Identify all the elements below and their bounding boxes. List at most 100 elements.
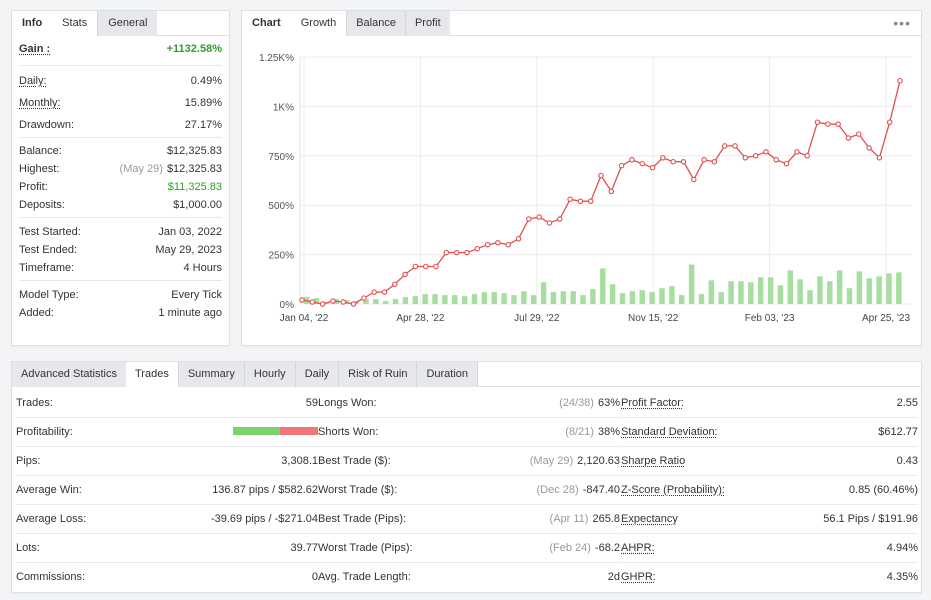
growth-point	[711, 158, 718, 165]
stat-label: Worst Trade ($):	[318, 483, 398, 496]
divider	[19, 137, 222, 138]
growth-point	[340, 299, 346, 305]
bar	[550, 292, 557, 304]
tab-growth[interactable]: Growth	[290, 11, 347, 36]
tab-risk-of-ruin[interactable]: Risk of Ruin	[338, 362, 417, 387]
tab-daily[interactable]: Daily	[294, 362, 339, 387]
bar	[669, 286, 675, 304]
info-tabs: Info Stats General	[12, 11, 229, 36]
stat-label[interactable]: Standard Deviation:	[621, 426, 718, 438]
stat-number: 2d	[607, 570, 620, 583]
y-tick-label: 250%	[268, 251, 294, 262]
chart-menu-icon[interactable]: •••	[893, 15, 911, 31]
stat-label: Lots:	[16, 541, 40, 554]
added-value: 1 minute ago	[158, 307, 222, 319]
tab-stats[interactable]: Stats	[52, 11, 98, 36]
stat-label[interactable]: GHPR:	[621, 571, 656, 583]
bar	[846, 288, 853, 304]
highest-date: (May 29)	[119, 163, 163, 175]
tab-duration[interactable]: Duration	[416, 362, 479, 387]
stat-row: Z-Score (Probability): 0.85 (60.46%)	[621, 475, 918, 504]
bar	[521, 291, 527, 304]
growth-point	[381, 289, 388, 295]
monthly-label[interactable]: Monthly:	[19, 97, 61, 109]
monthly-value: 15.89%	[184, 97, 222, 109]
tab-profit[interactable]: Profit	[404, 11, 450, 36]
stat-value: 2d	[608, 571, 620, 583]
growth-point	[402, 271, 408, 278]
stat-detail: (Apr 11)	[549, 512, 589, 525]
y-tick-label: 500%	[268, 201, 294, 212]
stat-value: (May 29) 2,120.63	[530, 455, 620, 467]
daily-label[interactable]: Daily:	[19, 75, 47, 87]
tab-info[interactable]: Info	[12, 11, 53, 36]
stat-value: (Apr 11) 265.8	[550, 513, 620, 525]
row-divider	[16, 504, 318, 505]
bar	[748, 282, 754, 304]
growth-point	[732, 143, 738, 149]
bar	[817, 276, 823, 304]
row-divider	[16, 475, 318, 476]
added-label: Added:	[19, 307, 54, 319]
growth-point	[392, 281, 398, 287]
growth-point	[783, 160, 790, 167]
stat-label[interactable]: Profit Factor:	[621, 397, 684, 409]
stat-value: (8/21) 38%	[565, 426, 620, 438]
growth-point	[536, 214, 542, 220]
bar	[718, 292, 724, 304]
divider	[19, 65, 222, 66]
tab-advanced-statistics[interactable]: Advanced Statistics	[12, 362, 126, 387]
tab-trades[interactable]: Trades	[126, 362, 178, 387]
bar	[649, 292, 655, 304]
stat-row: Best Trade (Pips): (Apr 11) 265.8	[318, 504, 620, 533]
bar	[767, 277, 774, 304]
y-tick-label: 750%	[268, 152, 294, 163]
stat-label[interactable]: Sharpe Ratio	[621, 455, 685, 467]
test-started-label: Test Started:	[19, 226, 81, 238]
stat-number: -68.2	[594, 541, 620, 554]
bar	[797, 279, 803, 304]
gain-label[interactable]: Gain :	[19, 43, 50, 55]
x-tick-label: Jul 29, '22	[514, 313, 560, 324]
tab-balance[interactable]: Balance	[346, 11, 405, 36]
bar	[836, 270, 843, 304]
tab-chart[interactable]: Chart	[242, 11, 291, 36]
stat-label[interactable]: Expectancy	[621, 513, 678, 525]
row-divider	[16, 417, 318, 418]
stat-label: Trades:	[16, 396, 53, 409]
growth-point	[773, 157, 780, 163]
bar	[629, 291, 636, 304]
stat-number: 0.43	[896, 454, 918, 467]
highest-value: $12,325.83	[166, 163, 222, 175]
tab-general[interactable]: General	[97, 11, 158, 36]
stat-number: 38%	[597, 425, 620, 438]
stat-label[interactable]: AHPR:	[621, 542, 655, 554]
stat-detail: (Dec 28)	[536, 483, 579, 496]
growth-point	[680, 158, 687, 165]
stat-value: 4.35%	[887, 571, 918, 583]
bar	[679, 295, 685, 304]
added-row: Added: 1 minute ago	[19, 306, 222, 320]
growth-point	[546, 220, 553, 226]
row-divider	[621, 446, 918, 447]
deposits-label: Deposits:	[19, 199, 65, 211]
row-divider	[318, 475, 620, 476]
adv-tabs: Advanced Statistics Trades Summary Hourl…	[12, 362, 921, 387]
stat-row: Avg. Trade Length: 2d	[318, 562, 620, 591]
stat-label[interactable]: Z-Score (Probability):	[621, 484, 725, 496]
bar	[412, 296, 418, 304]
stat-detail: (24/38)	[559, 396, 594, 409]
row-divider	[16, 533, 318, 534]
deposits-value: $1,000.00	[173, 199, 222, 211]
growth-point	[856, 131, 862, 137]
test-ended-row: Test Ended: May 29, 2023	[19, 243, 222, 257]
tab-summary[interactable]: Summary	[177, 362, 244, 387]
bar	[866, 278, 872, 304]
tab-hourly[interactable]: Hourly	[243, 362, 295, 387]
growth-point	[701, 157, 707, 163]
profitability-win-fill	[233, 426, 280, 435]
bar	[530, 295, 537, 304]
info-panel: Info Stats General Gain : +1132.58% Dail…	[11, 10, 230, 346]
growth-point	[567, 196, 573, 203]
growth-point	[794, 149, 800, 155]
